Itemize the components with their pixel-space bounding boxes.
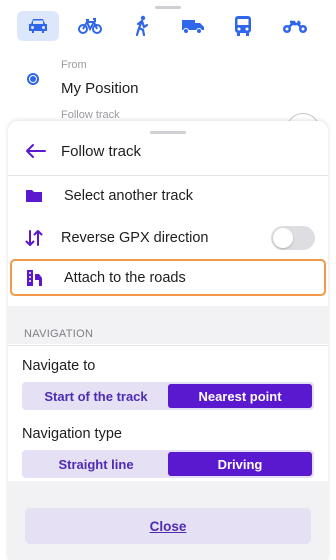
close-button[interactable]: Close [25,508,311,544]
arrow-left-icon[interactable] [24,139,48,163]
straight-line-option[interactable]: Straight line [24,452,168,476]
top-drag-handle[interactable] [155,6,181,9]
folder-icon [26,190,42,202]
truck-icon [182,20,204,34]
navigate-to-segmented-control: Start of the track Nearest point [22,382,314,410]
route-from-row[interactable]: From My Position [0,56,336,102]
attach-roads-icon [27,270,42,286]
navigate-to-nearest-option[interactable]: Nearest point [168,384,312,408]
section-divider [8,345,328,346]
close-button-label: Close [149,518,187,534]
follow-track-peek-label: Follow track [61,109,120,121]
reverse-gpx-row[interactable]: Reverse GPX direction [8,218,328,258]
reverse-arrows-icon [25,230,43,246]
select-another-track-row[interactable]: Select another track [8,176,328,216]
mode-truck-button[interactable] [172,11,214,41]
attach-roads-label: Attach to the roads [64,270,186,286]
sheet-header: Follow track [8,135,328,167]
mode-motorcycle-button[interactable] [274,11,316,41]
attach-to-roads-row[interactable]: Attach to the roads [8,258,328,298]
from-label: From [61,59,87,71]
reverse-gpx-toggle[interactable] [271,226,315,250]
transport-mode-bar [0,11,336,41]
mode-pedestrian-button[interactable] [121,11,163,41]
navigation-type-segmented-control: Straight line Driving [22,450,314,478]
reverse-gpx-label: Reverse GPX direction [61,230,209,246]
mode-car-button[interactable] [17,11,59,41]
car-icon [29,19,47,33]
sheet-drag-handle[interactable] [150,131,186,134]
from-value: My Position [61,80,139,97]
motorcycle-icon [283,20,307,33]
sheet-title: Follow track [61,143,142,160]
mode-bicycle-button[interactable] [69,11,111,41]
mode-bus-button[interactable] [222,11,264,41]
bus-icon [235,16,251,36]
navigate-to-label: Navigate to [22,358,96,374]
pedestrian-icon [135,15,149,37]
navigate-to-start-option[interactable]: Start of the track [24,384,168,408]
follow-track-sheet: Follow track Select another track Revers… [8,121,328,560]
my-position-dot-icon [27,73,39,85]
navigation-type-label: Navigation type [22,426,122,442]
navigation-section-title: NAVIGATION [24,328,94,340]
driving-option[interactable]: Driving [168,452,312,476]
bicycle-icon [78,18,102,34]
screen: From My Position Follow track oo Follow … [0,0,336,560]
select-another-track-label: Select another track [64,188,193,204]
